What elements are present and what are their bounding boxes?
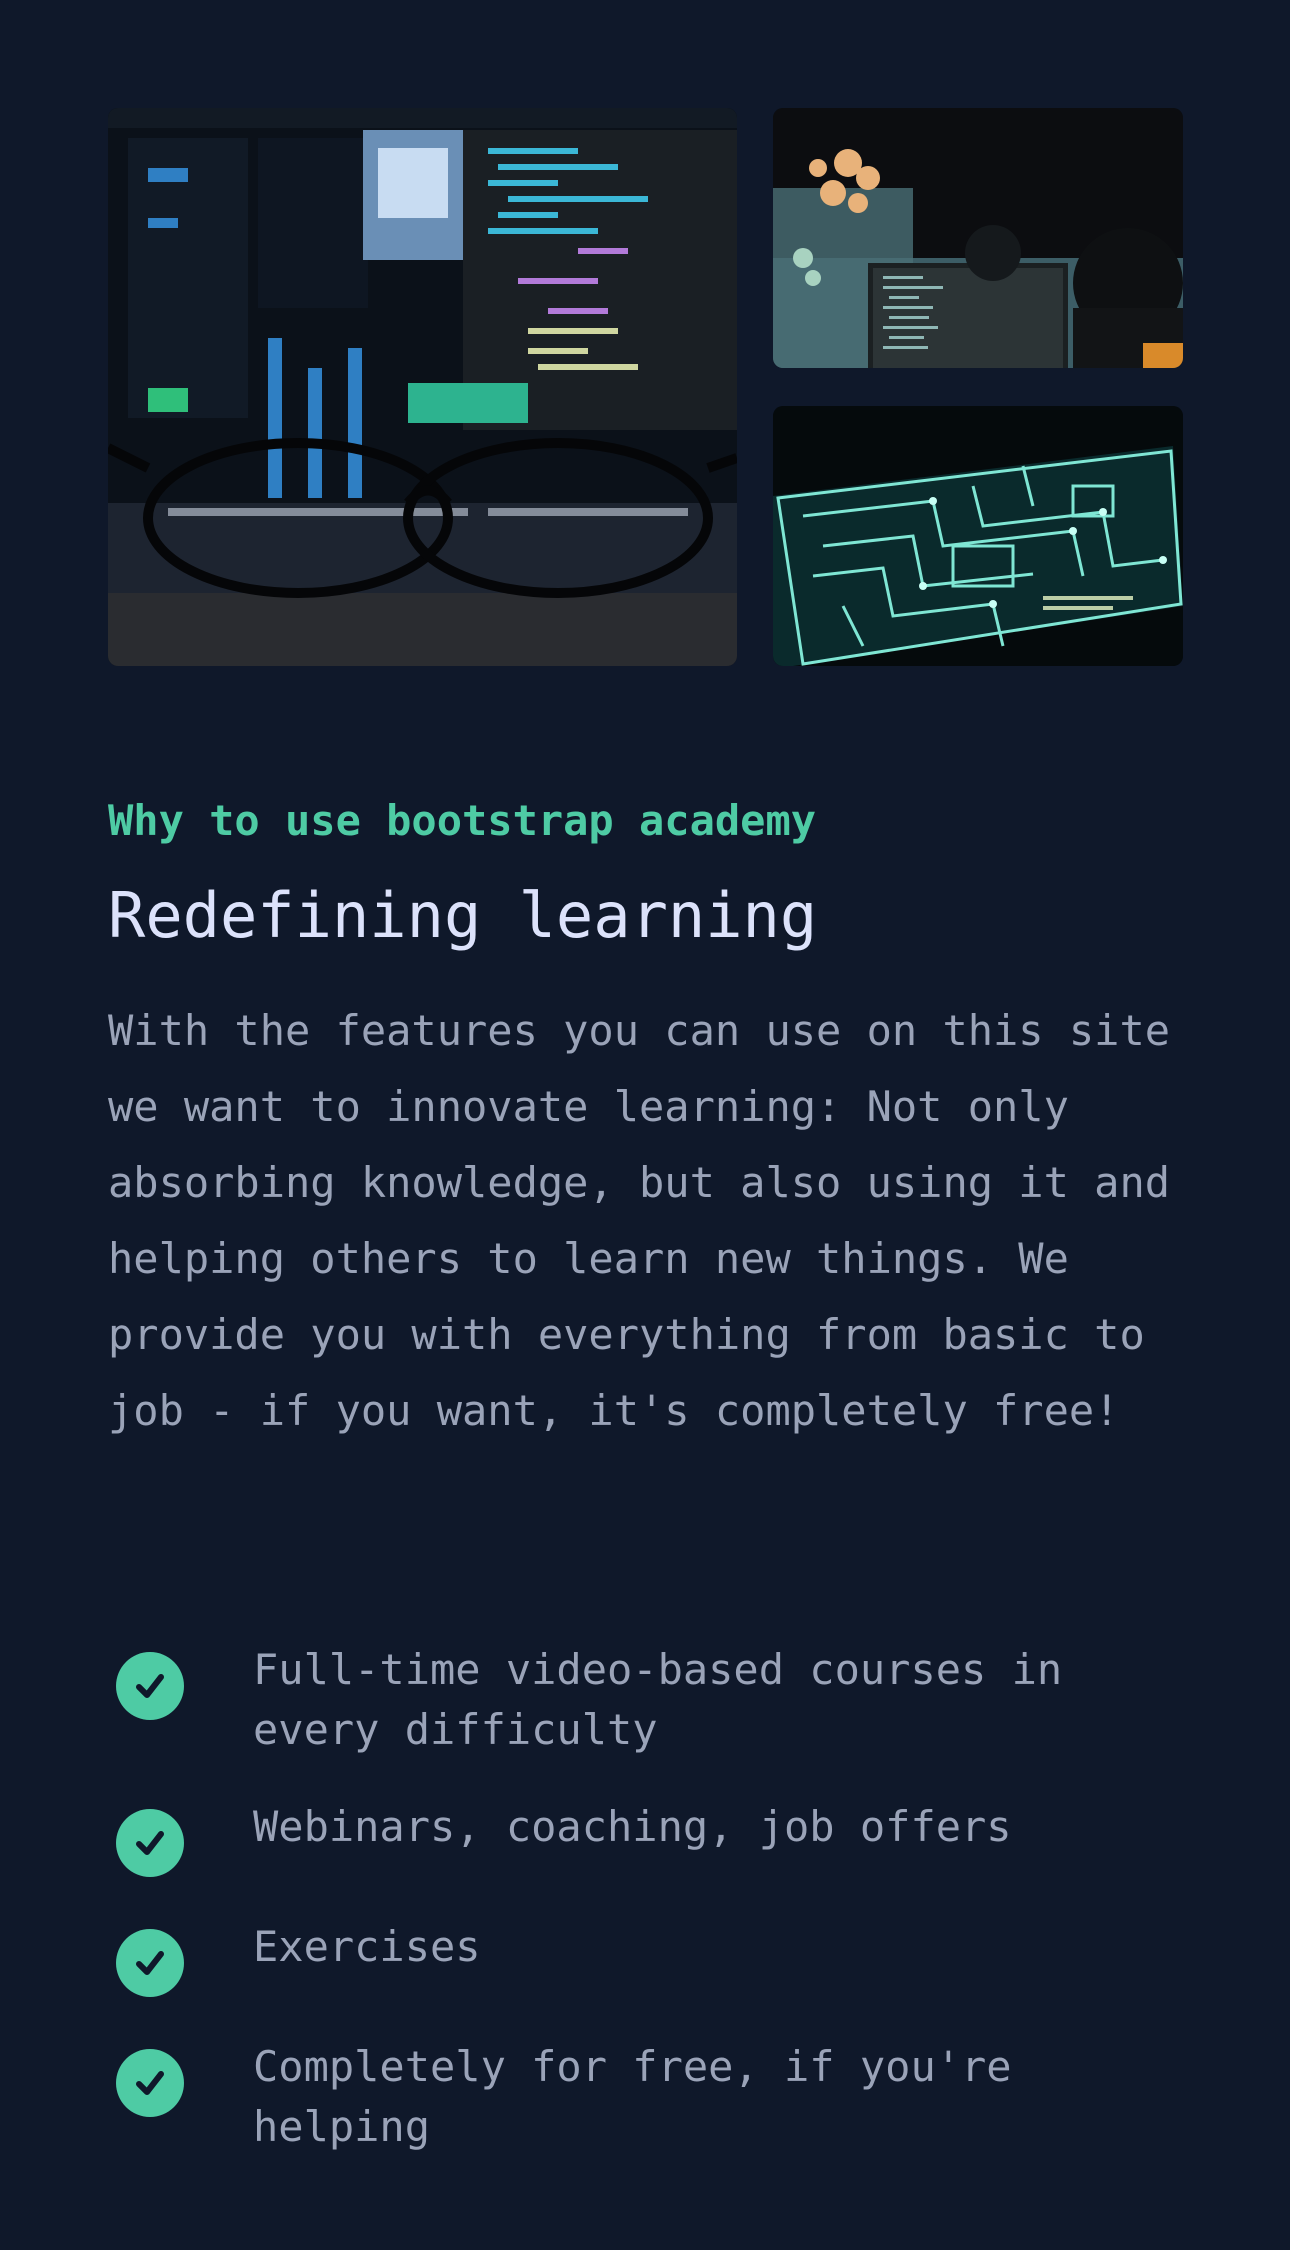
check-circle-icon <box>116 1929 184 1997</box>
developer-screen-image <box>773 108 1183 368</box>
feature-label: Completely for free, if you're helping <box>253 2042 1012 2151</box>
check-circle-icon <box>116 1809 184 1877</box>
feature-label: Webinars, coaching, job offers <box>253 1802 1012 1851</box>
code-screen-image <box>108 108 737 666</box>
section-description: With the features you can use on this si… <box>108 1006 1171 1435</box>
check-circle-icon <box>116 2049 184 2117</box>
section-eyebrow: Why to use bootstrap academy <box>108 796 817 845</box>
feature-label: Exercises <box>253 1922 481 1971</box>
check-circle-icon <box>116 1652 184 1720</box>
section-title: Redefining learning <box>108 879 818 952</box>
circuit-board-image <box>773 406 1183 666</box>
feature-label: Full-time video-based courses in every d… <box>253 1645 1063 1754</box>
